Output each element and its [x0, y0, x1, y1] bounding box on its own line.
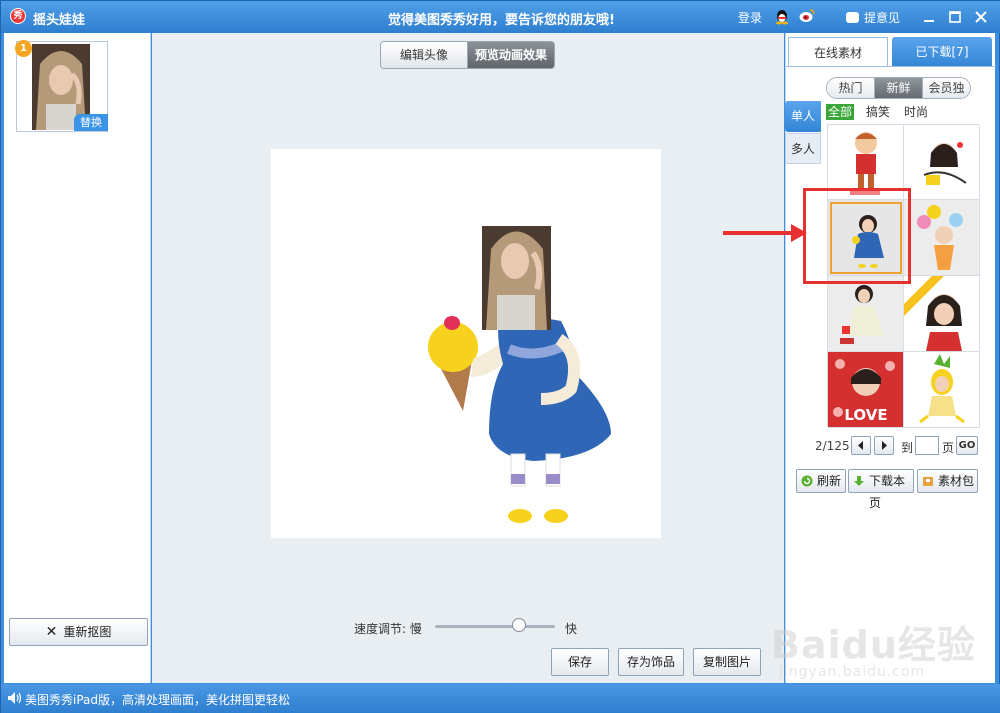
- filter-bar: 全部 搞笑 时尚: [826, 104, 930, 120]
- replace-button[interactable]: 替换: [74, 114, 108, 131]
- speaker-icon: [8, 692, 22, 704]
- save-as-deco-button[interactable]: 存为饰品: [618, 648, 684, 676]
- refresh-button[interactable]: 刷新: [796, 469, 846, 493]
- close-icon[interactable]: [973, 9, 989, 25]
- tab-multi-person[interactable]: 多人: [785, 133, 821, 164]
- material-item[interactable]: [904, 125, 980, 200]
- app-title: 摇头娃娃: [33, 13, 86, 28]
- material-panel: 在线素材 已下载[7] 热门 新鲜 会员独享 单人 多人 全部 搞笑 时尚: [785, 33, 996, 683]
- qq-icon[interactable]: [775, 9, 789, 25]
- tab-online-material[interactable]: 在线素材: [788, 37, 888, 67]
- category-vip[interactable]: 会员独享: [923, 78, 970, 98]
- annotation-arrow-icon: [723, 224, 807, 242]
- filter-funny[interactable]: 搞笑: [864, 104, 892, 120]
- speed-slider-handle[interactable]: [512, 618, 526, 632]
- speed-fast-label: 快: [565, 622, 578, 636]
- refresh-icon: [801, 475, 813, 487]
- triangle-right-icon: [882, 441, 887, 450]
- annotation-highlight-box: [803, 188, 911, 284]
- go-button[interactable]: GO: [956, 436, 978, 455]
- material-item[interactable]: [904, 200, 980, 276]
- category-tabs: 热门 新鲜 会员独享: [826, 77, 971, 99]
- material-pack-label: 素材包: [938, 474, 975, 488]
- feedback-link[interactable]: 提意见: [846, 9, 900, 26]
- status-bar: 美图秀秀iPad版，高清处理画面，美化拼图更轻松: [1, 684, 1000, 713]
- next-page-button[interactable]: [874, 436, 894, 455]
- download-page-label: 下载本页: [869, 474, 906, 510]
- material-item[interactable]: LOVE: [828, 352, 904, 428]
- feedback-label: 提意见: [864, 11, 901, 25]
- material-item[interactable]: [904, 352, 980, 428]
- preview-area: 编辑头像 预览动画效果 速度调节: 慢 快 保存 存为饰品 复制图片: [152, 33, 784, 683]
- material-item[interactable]: [828, 276, 904, 352]
- balloon-girl-icon: [917, 205, 963, 270]
- recut-button[interactable]: ✕ 重新抠图: [9, 618, 148, 646]
- svg-text:LOVE: LOVE: [844, 406, 887, 424]
- refresh-label: 刷新: [817, 474, 842, 488]
- material-item-vip[interactable]: [904, 276, 980, 352]
- weibo-icon[interactable]: [799, 9, 815, 23]
- category-hot[interactable]: 热门: [827, 78, 874, 98]
- mode-tabs: 编辑头像 预览动画效果: [380, 41, 555, 69]
- speed-label: 速度调节: 慢: [354, 622, 422, 636]
- blue-dress: [489, 316, 611, 461]
- page-info: 2/125: [815, 439, 850, 453]
- prev-page-button[interactable]: [851, 436, 871, 455]
- maximize-icon[interactable]: [947, 9, 963, 25]
- left-panel: 1 替换 ✕ 重新抠图: [4, 33, 151, 683]
- tab-downloaded[interactable]: 已下载[7]: [892, 37, 992, 67]
- speed-slider-track[interactable]: [435, 625, 555, 628]
- x-icon: ✕: [45, 624, 58, 640]
- save-button[interactable]: 保存: [551, 648, 609, 676]
- pager: 2/125 到 页 GO: [815, 436, 995, 456]
- pineapple-kid-icon: [919, 354, 965, 424]
- photo-thumbnail[interactable]: 1 替换: [15, 40, 108, 132]
- download-arrow-icon: [854, 476, 864, 486]
- dress-girl-icon: [840, 285, 884, 344]
- app-window: 秀 摇头娃娃 觉得美图秀秀好用，要告诉您的朋友哦! 登录 提意见 1 替换 ✕ …: [0, 0, 1000, 713]
- page-unit-label: 页: [942, 441, 955, 455]
- material-actions: 刷新 下载本页 素材包: [796, 469, 991, 510]
- love-poster-icon: LOVE: [828, 352, 903, 427]
- filter-fashion[interactable]: 时尚: [902, 104, 930, 120]
- tab-edit-avatar[interactable]: 编辑头像: [381, 42, 468, 68]
- login-link[interactable]: 登录: [738, 9, 762, 26]
- tab-divider: [786, 66, 996, 67]
- speech-bubble-icon: [846, 12, 859, 23]
- girl-cake-icon: [923, 142, 967, 185]
- animation-canvas: [271, 149, 661, 538]
- triangle-left-icon: [858, 441, 863, 450]
- vip-girl-icon: [904, 276, 962, 351]
- page-number-input[interactable]: [915, 436, 939, 455]
- copy-image-button[interactable]: 复制图片: [693, 648, 761, 676]
- status-message[interactable]: 美图秀秀iPad版，高清处理画面，美化拼图更轻松: [25, 691, 290, 708]
- slogan-text: 觉得美图秀秀好用，要告诉您的朋友哦!: [388, 13, 615, 28]
- minimize-icon[interactable]: [921, 9, 937, 25]
- recut-label: 重新抠图: [63, 625, 112, 639]
- material-pack-button[interactable]: 素材包: [917, 469, 978, 493]
- package-icon: [923, 477, 933, 486]
- thumbnail-number-badge: 1: [15, 40, 32, 57]
- filter-all[interactable]: 全部: [826, 104, 855, 120]
- tab-preview-animation[interactable]: 预览动画效果: [468, 42, 554, 68]
- app-logo-icon: 秀: [10, 8, 26, 24]
- goto-label: 到: [901, 441, 914, 455]
- category-new[interactable]: 新鲜: [874, 78, 923, 98]
- tab-single-person[interactable]: 单人: [785, 101, 821, 132]
- bobblehead-figure: [428, 226, 611, 523]
- download-page-button[interactable]: 下载本页: [848, 469, 914, 510]
- title-bar: 秀 摇头娃娃 觉得美图秀秀好用，要告诉您的朋友哦! 登录 提意见: [1, 1, 1000, 33]
